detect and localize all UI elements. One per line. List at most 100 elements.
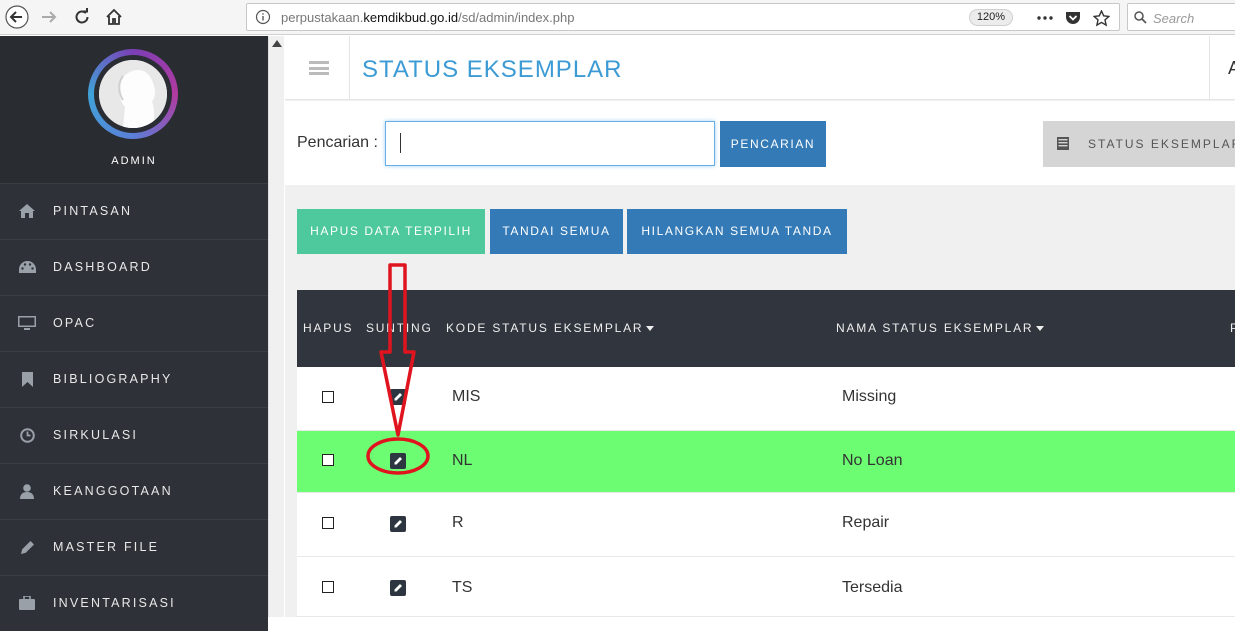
table-row: NL No Loan	[297, 431, 1235, 493]
pocket-icon	[1066, 12, 1080, 24]
reload-button[interactable]	[69, 4, 95, 30]
row-checkbox[interactable]	[322, 454, 334, 466]
sidebar-item-label: DASHBOARD	[53, 260, 152, 274]
table-row: R Repair	[297, 493, 1235, 557]
sidebar-item-pintasan[interactable]: PINTASAN	[0, 183, 268, 239]
home-icon	[106, 8, 122, 25]
table-row: TS Tersedia	[297, 557, 1235, 617]
sidebar-item-opac[interactable]: OPAC	[0, 295, 268, 351]
zoom-level-badge[interactable]: 120%	[969, 9, 1013, 26]
top-header: STATUS EKSEMPLAR A	[285, 36, 1235, 100]
menu-toggle-icon[interactable]	[309, 61, 329, 75]
dashboard-icon	[18, 258, 36, 276]
text-cursor	[400, 133, 401, 153]
search-icon	[1134, 11, 1147, 24]
forward-button[interactable]	[36, 4, 62, 30]
home-icon	[18, 202, 36, 220]
back-button[interactable]	[4, 4, 30, 30]
sidebar-item-label: SIRKULASI	[53, 428, 139, 442]
divider	[349, 36, 350, 100]
clock-icon	[18, 426, 36, 444]
sidebar-item-label: OPAC	[53, 316, 97, 330]
sidebar-item-keanggotaan[interactable]: KEANGGOTAAN	[0, 463, 268, 519]
status-eksemplar-label: STATUS EKSEMPLAR	[1088, 137, 1235, 151]
unmark-all-button[interactable]: HILANGKAN SEMUA TANDA	[627, 209, 847, 254]
row-code: R	[452, 514, 464, 531]
status-table: HAPUS SUNTING KODE STATUS EKSEMPLAR NAMA…	[297, 290, 1235, 617]
search-label: Pencarian :	[297, 134, 378, 151]
edit-icon[interactable]	[390, 516, 406, 532]
status-eksemplar-button[interactable]: STATUS EKSEMPLAR	[1043, 121, 1235, 167]
row-checkbox[interactable]	[322, 391, 334, 403]
sort-caret-icon	[646, 326, 655, 332]
table-header: HAPUS SUNTING KODE STATUS EKSEMPLAR NAMA…	[297, 290, 1235, 367]
sidebar-item-label: MASTER FILE	[53, 540, 160, 554]
edit-icon[interactable]	[390, 453, 406, 469]
edit-icon[interactable]	[390, 389, 406, 405]
page-actions-button[interactable]	[1035, 8, 1055, 28]
sidebar-item-inventarisasi[interactable]: INVENTARISASI	[0, 575, 268, 631]
sidebar-item-dashboard[interactable]: DASHBOARD	[0, 239, 268, 295]
sidebar-item-bibliography[interactable]: BIBLIOGRAPHY	[0, 351, 268, 407]
sidebar-item-label: KEANGGOTAAN	[53, 484, 173, 498]
column-header-delete: HAPUS	[303, 321, 354, 335]
column-header-edit: SUNTING	[366, 321, 433, 335]
url-text: perpustakaan.kemdikbud.go.id/sd/admin/in…	[281, 10, 575, 25]
main-content: STATUS EKSEMPLAR A Pencarian : PENCARIAN…	[285, 36, 1235, 617]
more-dots-icon	[1037, 16, 1053, 20]
search-button[interactable]: PENCARIAN	[720, 121, 826, 167]
table-row: MIS Missing	[297, 367, 1235, 431]
user-silhouette-icon	[99, 60, 167, 128]
home-button[interactable]	[101, 4, 127, 30]
avatar[interactable]	[88, 49, 178, 139]
user-menu[interactable]: A	[1228, 58, 1235, 79]
sidebar-item-sirkulasi[interactable]: SIRKULASI	[0, 407, 268, 463]
address-bar[interactable]: perpustakaan.kemdikbud.go.id/sd/admin/in…	[246, 3, 1120, 31]
bookmark-icon	[18, 370, 36, 388]
edit-icon[interactable]	[390, 580, 406, 596]
row-name: Tersedia	[842, 579, 903, 596]
sidebar-scrollbar[interactable]	[268, 36, 284, 617]
monitor-icon	[18, 314, 36, 332]
sidebar-item-label: BIBLIOGRAPHY	[53, 372, 173, 386]
row-name: Repair	[842, 514, 890, 531]
search-input[interactable]	[385, 121, 715, 166]
forward-arrow-icon	[42, 11, 57, 23]
mark-all-button[interactable]: TANDAI SEMUA	[490, 209, 623, 254]
sidebar-item-label: PINTASAN	[53, 204, 133, 218]
sort-caret-icon	[1036, 326, 1045, 332]
reload-icon	[75, 8, 89, 24]
row-checkbox[interactable]	[322, 581, 334, 593]
row-code: MIS	[452, 388, 481, 405]
user-icon	[18, 482, 36, 500]
list-icon	[1057, 137, 1069, 150]
column-header-name[interactable]: NAMA STATUS EKSEMPLAR	[836, 321, 1045, 335]
row-code: TS	[452, 579, 473, 596]
column-header-code[interactable]: KODE STATUS EKSEMPLAR	[446, 321, 655, 335]
search-panel: Pencarian : PENCARIAN STATUS EKSEMPLAR	[285, 101, 1235, 185]
briefcase-icon	[18, 594, 36, 612]
delete-selected-button[interactable]: HAPUS DATA TERPILIH	[297, 209, 485, 254]
row-name: No Loan	[842, 452, 903, 469]
sidebar-item-master-file[interactable]: MASTER FILE	[0, 519, 268, 575]
browser-search-box[interactable]: Search	[1127, 3, 1235, 31]
star-icon	[1092, 9, 1110, 27]
browser-toolbar: perpustakaan.kemdikbud.go.id/sd/admin/in…	[0, 0, 1235, 35]
divider	[1209, 36, 1210, 100]
bookmark-star-button[interactable]	[1091, 8, 1111, 28]
user-role-label: ADMIN	[111, 155, 157, 167]
search-placeholder: Search	[1153, 11, 1195, 26]
pencil-icon	[18, 538, 36, 556]
info-icon[interactable]	[255, 9, 271, 25]
row-code: NL	[452, 452, 473, 469]
column-header-extra: P	[1230, 321, 1235, 335]
scroll-up-arrow-icon[interactable]	[272, 40, 282, 47]
sidebar: ADMIN PINTASAN DASHBOARD OPAC BIBLIOGRAP…	[0, 36, 268, 631]
row-name: Missing	[842, 388, 897, 405]
profile-panel: ADMIN	[0, 36, 268, 183]
back-arrow-icon	[5, 5, 29, 29]
page-title: STATUS EKSEMPLAR	[362, 56, 623, 83]
sidebar-item-label: INVENTARISASI	[53, 596, 176, 610]
pocket-button[interactable]	[1063, 8, 1083, 28]
row-checkbox[interactable]	[322, 517, 334, 529]
